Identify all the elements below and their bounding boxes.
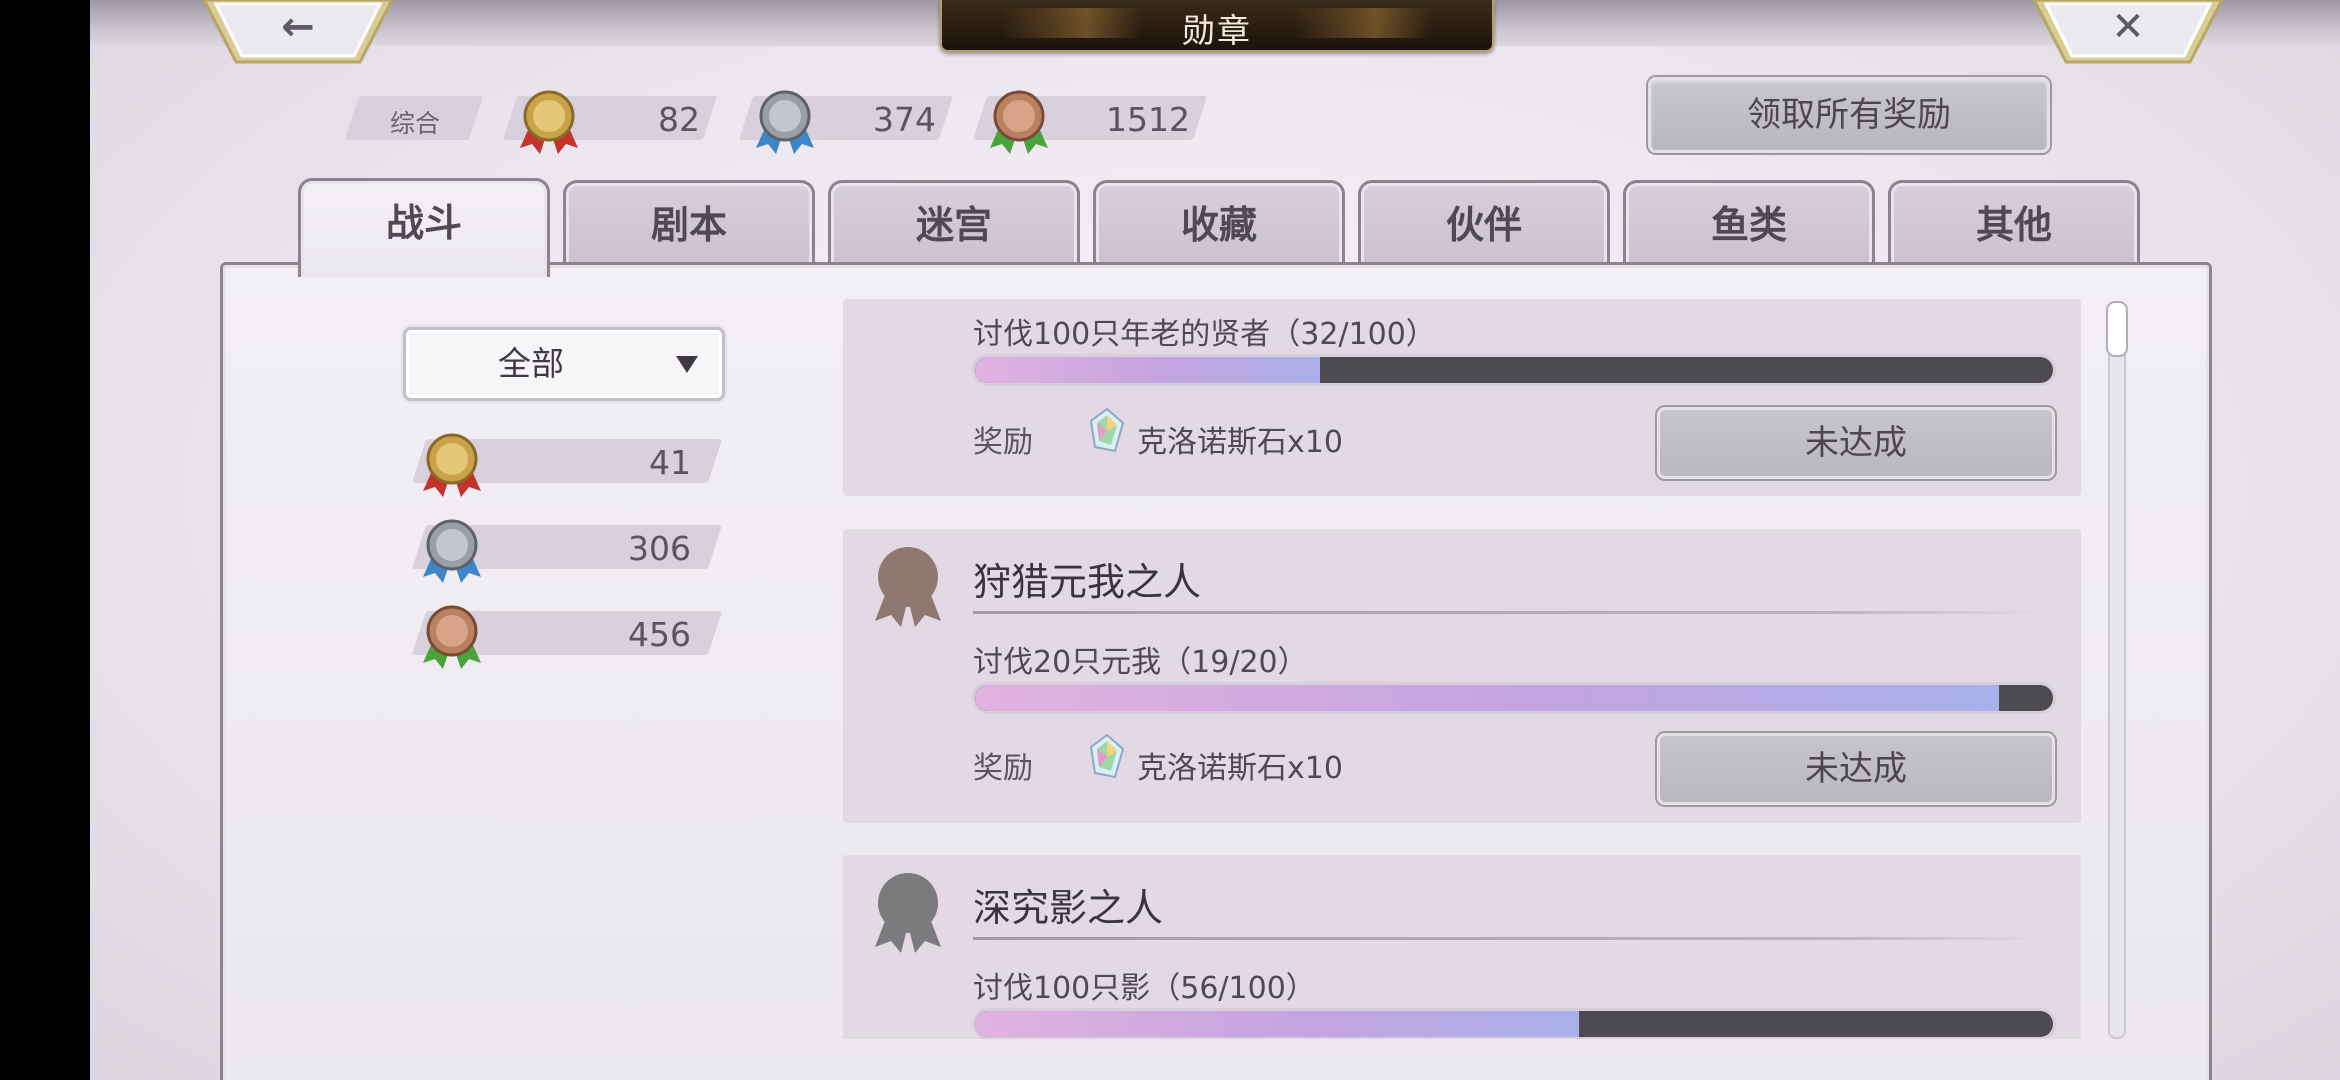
summary-label: 综合 <box>390 109 441 138</box>
tab-other[interactable]: 其他 <box>1888 180 2140 271</box>
page-title: 勋章 <box>1182 11 1252 50</box>
progress-bar <box>975 357 2053 383</box>
achievement-card: 狩猎元我之人 讨伐20只元我（19/20） 奖励 克洛诺斯石x10 未达成 <box>843 529 2081 823</box>
filter-dropdown[interactable]: 全部 <box>403 327 725 401</box>
status-button[interactable]: 未达成 <box>1657 407 2055 479</box>
summary-silver-count: 374 <box>873 100 936 139</box>
achievement-requirement: 讨伐100只影（56/100） <box>973 971 1316 1006</box>
scrollbar-thumb[interactable] <box>2106 301 2128 357</box>
tab-battle[interactable]: 战斗 <box>298 178 550 277</box>
locked-medal-icon <box>875 547 941 627</box>
progress-fill <box>975 685 2000 711</box>
title-divider <box>973 611 2047 614</box>
tab-fish[interactable]: 鱼类 <box>1623 180 1875 271</box>
tab-partner[interactable]: 伙伴 <box>1358 180 1610 271</box>
close-icon: ✕ <box>2111 4 2145 50</box>
bronze-count: 456 <box>628 615 691 654</box>
achievement-title: 狩猎元我之人 <box>973 560 1202 604</box>
gold-count: 41 <box>649 443 691 482</box>
reward-label: 奖励 <box>973 425 1033 460</box>
status-button[interactable]: 未达成 <box>1657 733 2055 805</box>
filter-selected-label: 全部 <box>498 344 564 383</box>
silver-medal-icon <box>756 90 814 154</box>
achievement-requirement: 讨伐20只元我（19/20） <box>973 645 1308 680</box>
achievement-list[interactable]: 讨伐100只年老的贤者（32/100） 奖励 克洛诺斯石x10 未达成 狩猎元我… <box>843 299 2085 1039</box>
progress-fill <box>975 1011 1579 1037</box>
back-button[interactable]: ← <box>200 0 396 64</box>
close-button[interactable]: ✕ <box>2030 0 2226 64</box>
achievement-title: 深究影之人 <box>973 886 1164 930</box>
list-scrollbar[interactable] <box>2108 303 2126 1039</box>
reward-text: 克洛诺斯石x10 <box>1137 425 1343 460</box>
claim-all-rewards-button[interactable]: 领取所有奖励 <box>1648 77 2050 153</box>
locked-medal-icon <box>875 873 941 953</box>
progress-bar <box>975 685 2053 711</box>
bronze-medal-icon <box>423 605 481 669</box>
title-plate: 勋章 <box>940 0 1494 52</box>
silver-count: 306 <box>628 529 691 568</box>
title-divider <box>973 937 2047 940</box>
chronos-stone-icon <box>1089 407 1125 453</box>
chevron-down-icon <box>676 356 698 373</box>
achievement-card: 深究影之人 讨伐100只影（56/100） <box>843 855 2081 1039</box>
back-arrow-icon: ← <box>281 4 315 50</box>
reward-label: 奖励 <box>973 751 1033 786</box>
progress-fill <box>975 357 1320 383</box>
progress-bar <box>975 1011 2053 1037</box>
summary-gold-count: 82 <box>658 100 700 139</box>
achievement-panel: 全部 41 306 456 讨伐100只年老的贤者（32/100） 奖励 克洛诺… <box>220 262 2212 1080</box>
silver-medal-icon <box>423 519 481 583</box>
reward-text: 克洛诺斯石x10 <box>1137 751 1343 786</box>
achievement-card: 讨伐100只年老的贤者（32/100） 奖励 克洛诺斯石x10 未达成 <box>843 299 2081 496</box>
achievement-requirement: 讨伐100只年老的贤者（32/100） <box>973 317 1436 352</box>
tab-maze[interactable]: 迷宫 <box>828 180 1080 271</box>
chronos-stone-icon <box>1089 733 1125 779</box>
summary-bronze-count: 1512 <box>1106 100 1190 139</box>
gold-medal-icon <box>423 433 481 497</box>
tab-story[interactable]: 剧本 <box>563 180 815 271</box>
tab-collection[interactable]: 收藏 <box>1093 180 1345 271</box>
bronze-medal-icon <box>990 90 1048 154</box>
gold-medal-icon <box>520 90 578 154</box>
